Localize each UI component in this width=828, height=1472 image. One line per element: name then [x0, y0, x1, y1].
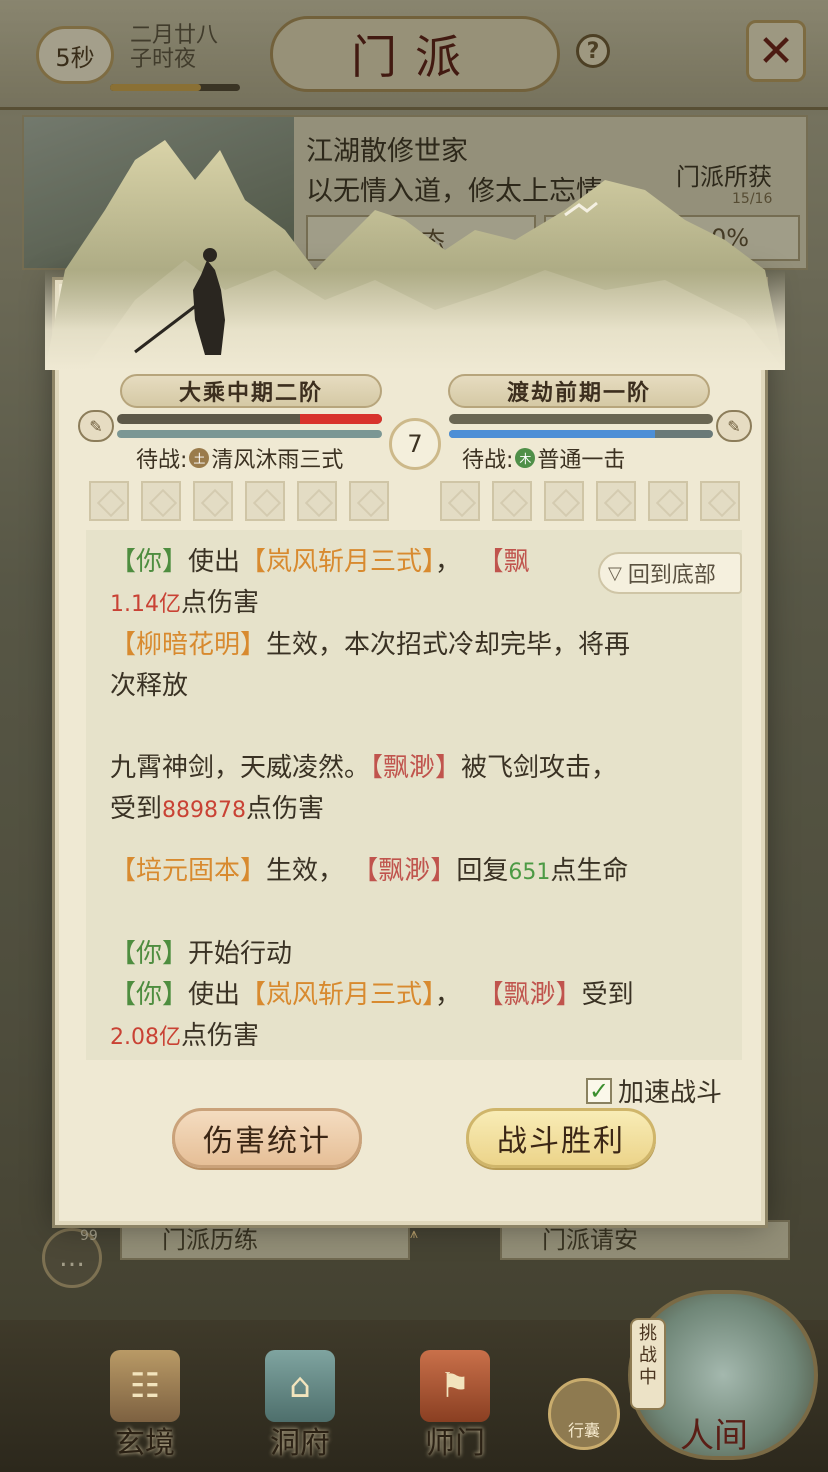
actor-enemy: 【飘	[477, 547, 530, 577]
enemy-skill-slot	[596, 481, 636, 521]
back-to-bottom-label: 回到底部	[627, 563, 716, 588]
damage-stats-button[interactable]: 伤害统计	[172, 1108, 362, 1168]
actor-enemy: 【飘渺】	[370, 753, 462, 783]
enemy-skill-slot	[700, 481, 740, 521]
enemy-scroll-icon[interactable]: ✎	[716, 410, 752, 442]
log-line: 【培元固本】生效， 【飘渺】回复651点生命	[110, 851, 720, 893]
log-text: 受到	[110, 794, 163, 824]
log-text: 回复	[456, 856, 509, 886]
log-text: 点伤害	[181, 1021, 260, 1051]
actor-you: 【你】	[110, 547, 189, 577]
log-line: 次释放	[110, 666, 720, 707]
nav-label: 师门	[425, 1426, 485, 1461]
scroll-icon: ☷	[110, 1350, 180, 1422]
log-text: 九霄神剑，天威凌然。	[110, 753, 371, 783]
player-next-skill: 待战: 土 清风沐雨三式	[136, 442, 343, 474]
actor-enemy: 【飘渺】	[352, 856, 457, 886]
world-label: 人间	[680, 1416, 748, 1456]
player-hp-fill	[299, 414, 382, 424]
earth-element-icon: 土	[189, 448, 210, 468]
actor-enemy: 【飘渺】	[477, 980, 582, 1010]
battle-log-content: 【你】使出【岚风斩月三式】， 【飘 1.14亿点伤害 【柳暗花明】生效，本次招式…	[110, 542, 720, 1058]
player-hp-bar	[117, 414, 382, 424]
speed-label: 加速战斗	[618, 1078, 723, 1108]
log-text: 使出	[188, 980, 241, 1010]
player-mp-bar	[117, 430, 382, 438]
enemy-mp-bar	[449, 430, 713, 438]
log-text: 开始行动	[188, 939, 293, 969]
player-skill-name: 清风沐雨三式	[211, 448, 344, 473]
log-text: 生效，	[266, 856, 345, 886]
enemy-skill-name: 普通一击	[537, 448, 626, 473]
actor-you: 【你】	[110, 939, 189, 969]
log-text: 被飞剑攻击，	[461, 753, 618, 783]
player-skill-slot	[297, 481, 337, 521]
battle-log[interactable]: 【你】使出【岚风斩月三式】， 【飘 1.14亿点伤害 【柳暗花明】生效，本次招式…	[86, 530, 742, 1060]
log-text: 生效，本次招式冷却完毕，将再	[266, 630, 631, 660]
heal-value: 651	[508, 860, 551, 885]
await-label: 待战:	[136, 448, 188, 473]
battle-victory-button[interactable]: 战斗胜利	[466, 1108, 656, 1168]
round-counter: 7	[389, 418, 441, 470]
enemy-skill-slot	[648, 481, 688, 521]
actor-you: 【你】	[110, 980, 189, 1010]
log-line: 受到889878点伤害	[110, 789, 720, 831]
damage-value: 2.08亿	[110, 1025, 181, 1050]
damage-value: 1.14亿	[110, 592, 181, 617]
log-line: 九霄神剑，天威凌然。【飘渺】被飞剑攻击，	[110, 748, 720, 789]
enemy-skill-slot	[492, 481, 532, 521]
log-line: 2.08亿点伤害	[110, 1016, 720, 1058]
log-text: 点生命	[550, 856, 629, 886]
player-skill-slot	[193, 481, 233, 521]
pavilion-icon: ⌂	[265, 1350, 335, 1422]
log-text: ，	[435, 980, 462, 1010]
chevron-down-icon: ▽	[608, 562, 622, 584]
effect-name: 【培元固本】	[110, 856, 267, 886]
nav-shimen[interactable]: ⚑ 师门	[400, 1350, 510, 1461]
player-skill-slot	[245, 481, 285, 521]
player-realm: 大乘中期二阶	[120, 374, 382, 408]
enemy-skill-slot	[544, 481, 584, 521]
nav-xuanjing[interactable]: ☷ 玄境	[90, 1350, 200, 1461]
log-text: ，	[435, 547, 462, 577]
enemy-next-skill: 待战: 木 普通一击	[462, 442, 625, 474]
bag-button[interactable]: 行囊	[548, 1378, 620, 1450]
player-skill-slot	[349, 481, 389, 521]
player-scroll-icon[interactable]: ✎	[78, 410, 114, 442]
enemy-hp-bar	[449, 414, 713, 424]
player-skill-slot	[141, 481, 181, 521]
enemy-hp-fill	[449, 414, 713, 424]
enemy-realm: 渡劫前期一阶	[448, 374, 710, 408]
log-text: 受到	[581, 980, 634, 1010]
effect-name: 【柳暗花明】	[110, 630, 267, 660]
log-line: 【你】开始行动	[110, 934, 720, 975]
challenge-status-tag: 挑战中	[630, 1318, 666, 1410]
log-text: 次释放	[110, 671, 189, 701]
await-label: 待战:	[462, 448, 514, 473]
wood-element-icon: 木	[515, 448, 536, 468]
player-mp-fill	[117, 430, 382, 438]
log-text: 使出	[188, 547, 241, 577]
log-text: 点伤害	[181, 588, 260, 618]
enemy-mp-fill	[449, 430, 655, 438]
banner-icon: ⚑	[420, 1350, 490, 1422]
log-line: 【柳暗花明】生效，本次招式冷却完毕，将再	[110, 625, 720, 666]
skill-name: 【岚风斩月三式】	[240, 547, 436, 577]
nav-label: 玄境	[115, 1426, 175, 1461]
skill-name: 【岚风斩月三式】	[240, 980, 436, 1010]
nav-label: 洞府	[270, 1426, 330, 1461]
damage-value: 889878	[162, 798, 246, 823]
player-skill-slot	[89, 481, 129, 521]
speed-battle-toggle[interactable]: ✓ 加速战斗	[586, 1072, 722, 1109]
enemy-skill-slot	[440, 481, 480, 521]
log-text: 点伤害	[246, 794, 325, 824]
back-to-bottom-button[interactable]: ▽ 回到底部	[598, 552, 742, 594]
log-line: 【你】使出【岚风斩月三式】， 【飘渺】受到	[110, 975, 720, 1016]
modal-ornament: ⩚	[410, 1226, 418, 1242]
speed-checkbox[interactable]: ✓	[586, 1077, 612, 1105]
nav-dongfu[interactable]: ⌂ 洞府	[245, 1350, 355, 1461]
